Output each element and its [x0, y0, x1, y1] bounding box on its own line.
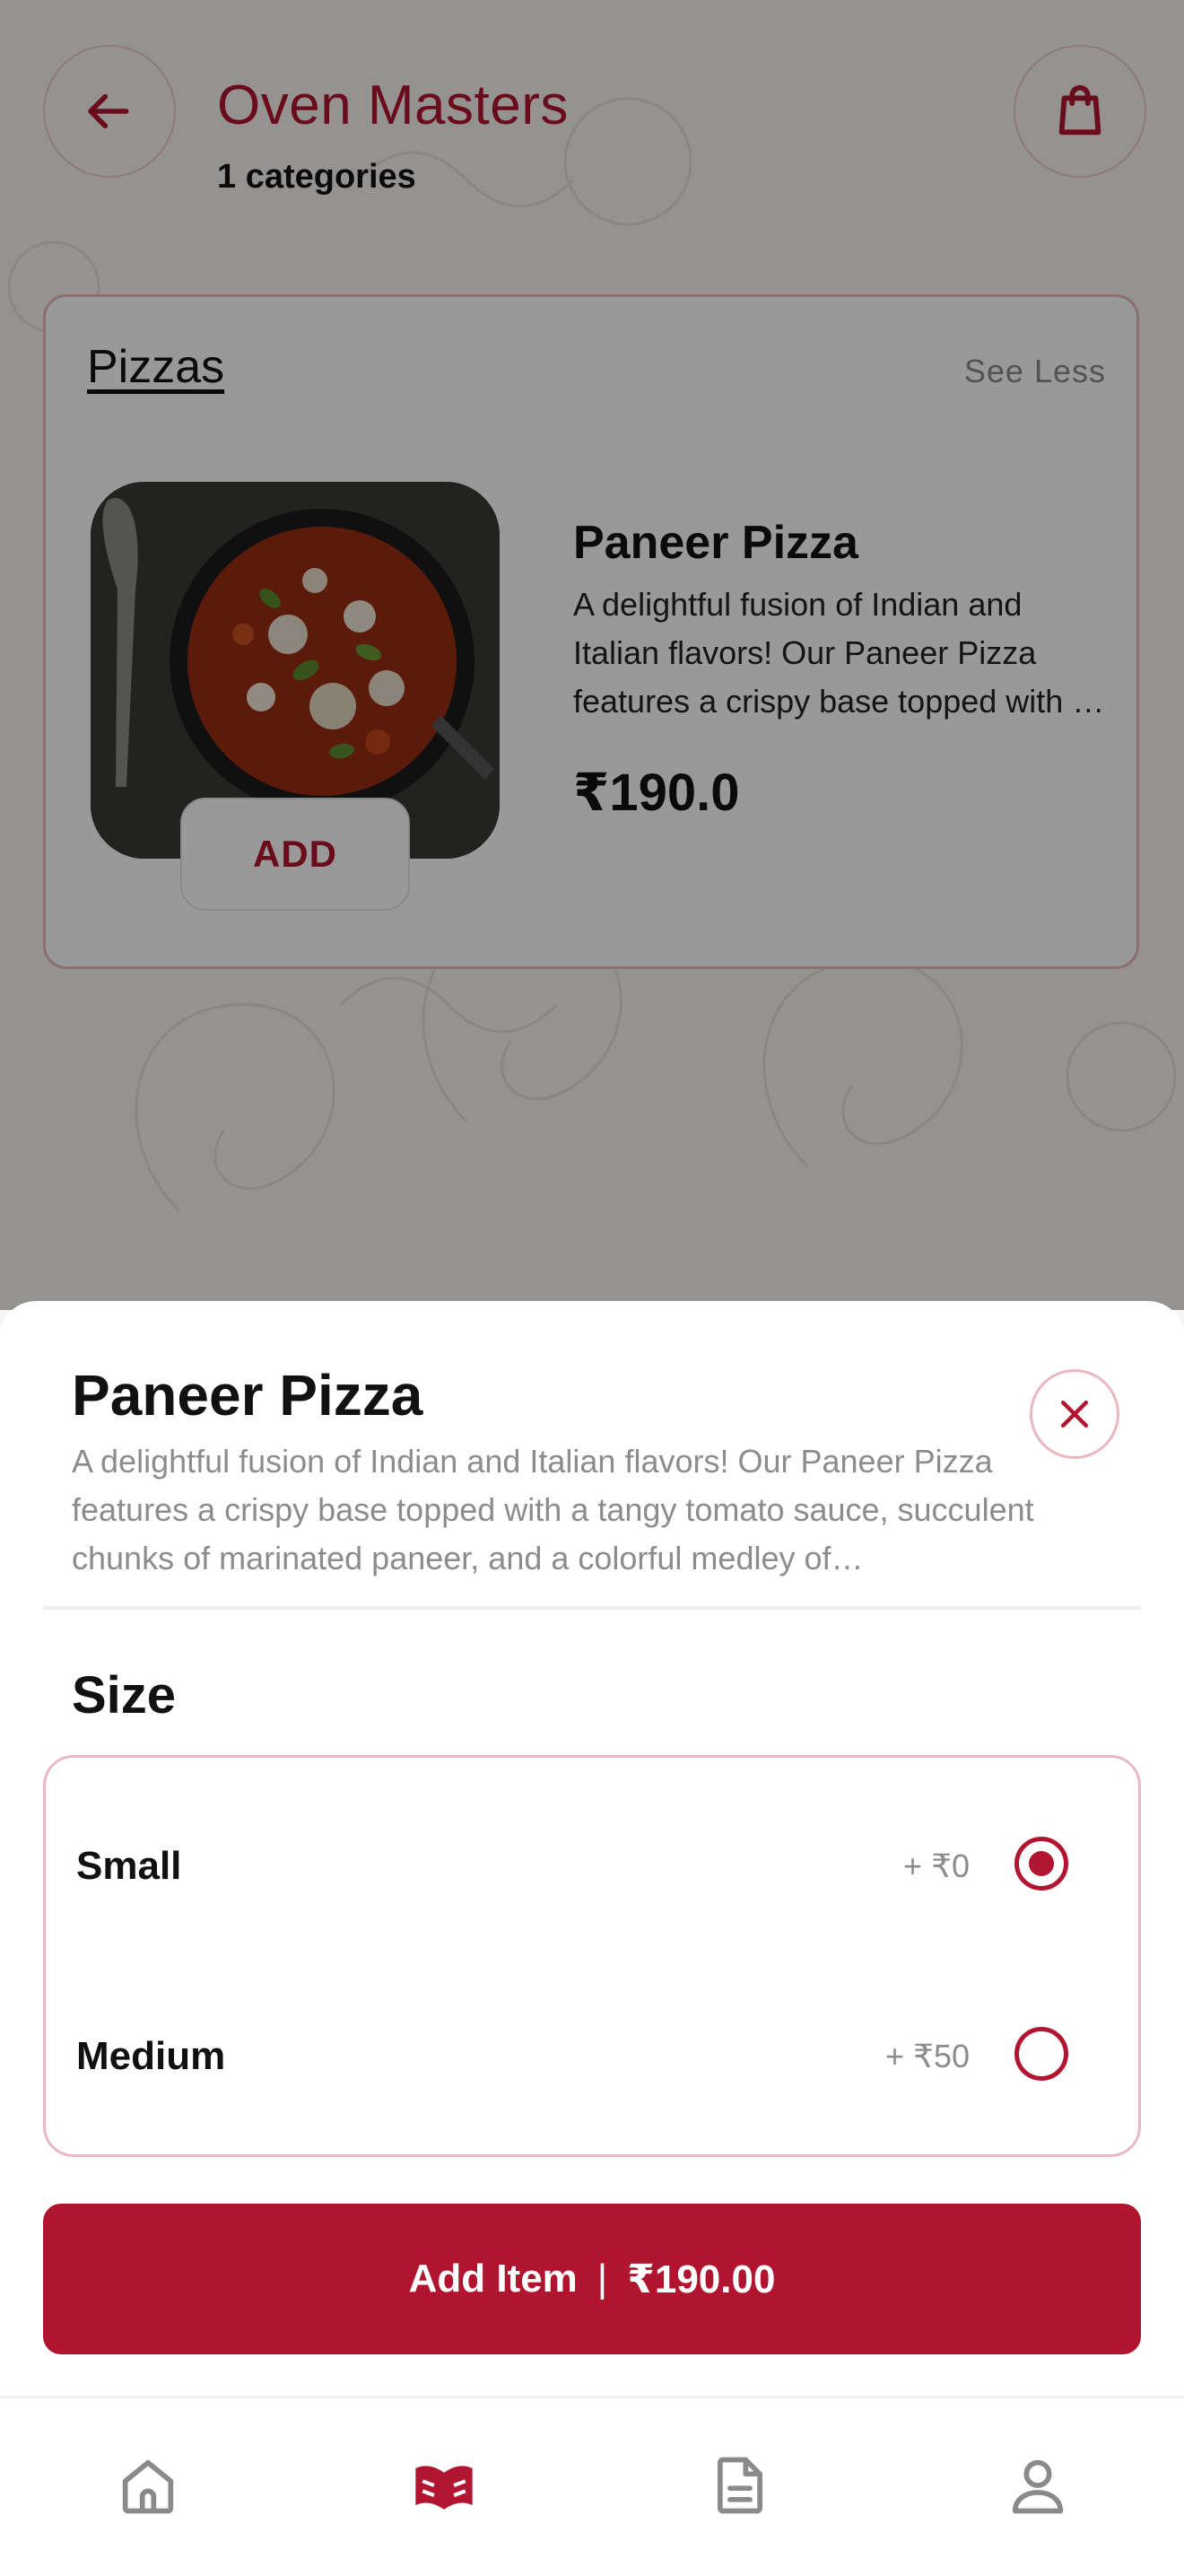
- add-item-total: ₹190.00: [627, 2257, 776, 2301]
- divider: [43, 1606, 1141, 1610]
- bottom-navigation: [0, 2396, 1184, 2576]
- item-options-sheet: Paneer Pizza A delightful fusion of Indi…: [0, 1301, 1184, 2396]
- sheet-title: Paneer Pizza: [72, 1363, 423, 1428]
- add-item-separator: |: [596, 2257, 608, 2301]
- nav-orders[interactable]: [700, 2445, 780, 2526]
- nav-profile[interactable]: [997, 2445, 1078, 2526]
- close-button[interactable]: [1030, 1369, 1119, 1459]
- sheet-description: A delightful fusion of Indian and Italia…: [72, 1443, 1034, 1576]
- radio-dot: [1029, 1851, 1054, 1876]
- profile-icon: [1012, 2459, 1064, 2514]
- size-option-medium[interactable]: Medium + ₹50: [46, 1995, 1138, 2120]
- nav-home[interactable]: [108, 2445, 188, 2526]
- nav-menu[interactable]: [404, 2445, 484, 2526]
- orders-document-icon: [717, 2457, 763, 2514]
- radio-unselected[interactable]: [1014, 2027, 1068, 2081]
- size-option-small[interactable]: Small + ₹0: [46, 1804, 1138, 1930]
- option-price: + ₹50: [885, 2038, 970, 2074]
- modal-backdrop[interactable]: [0, 0, 1184, 1310]
- close-icon: [1060, 1400, 1089, 1428]
- home-icon: [122, 2459, 174, 2514]
- add-item-label: Add Item: [408, 2257, 578, 2301]
- option-price: + ₹0: [903, 1847, 970, 1884]
- option-label: Medium: [76, 2034, 226, 2078]
- size-options-group: Small + ₹0 Medium + ₹50: [43, 1755, 1141, 2157]
- size-heading: Size: [72, 1666, 177, 1725]
- menu-book-icon: [415, 2466, 473, 2510]
- radio-selected[interactable]: [1014, 1837, 1068, 1891]
- add-item-button[interactable]: Add Item | ₹190.00: [43, 2204, 1141, 2354]
- option-label: Small: [76, 1844, 182, 1888]
